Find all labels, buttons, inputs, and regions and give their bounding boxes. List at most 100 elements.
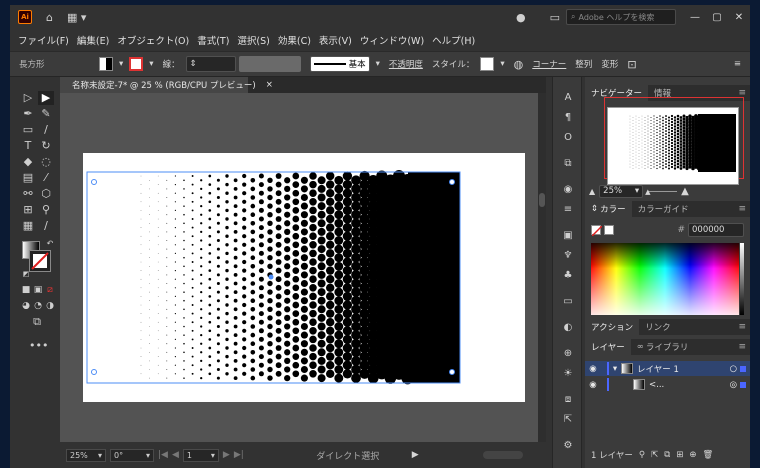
sublayer-selected-indicator[interactable] xyxy=(740,381,746,388)
stroke-swatch[interactable] xyxy=(129,57,144,71)
grid-tool-icon[interactable]: ▦ xyxy=(20,219,36,233)
rotate-field[interactable]: 0° ▾ xyxy=(110,448,154,462)
opentype-panel-icon[interactable]: O xyxy=(560,131,576,145)
artboard-tool-icon[interactable]: ⊞ xyxy=(20,203,36,217)
fill-swatch[interactable] xyxy=(99,57,113,71)
clipping-mask-icon[interactable]: ⧉ xyxy=(664,450,670,460)
tab-color-guide[interactable]: カラーガイド xyxy=(632,201,695,217)
status-menu-icon[interactable]: ▶ xyxy=(412,450,419,460)
color-stroke-none-icon[interactable] xyxy=(591,225,602,236)
anchor-top-right[interactable] xyxy=(449,179,455,185)
hex-input[interactable]: 000000 xyxy=(688,223,744,237)
paragraph-panel-icon[interactable]: ¶ xyxy=(560,111,576,125)
sublayer-name[interactable]: <... xyxy=(649,380,730,390)
menu-type[interactable]: 書式(T) xyxy=(193,33,233,47)
prev-artboard-icon[interactable]: ◀ xyxy=(172,450,179,460)
vertical-scroll-thumb[interactable] xyxy=(539,193,545,207)
pathfinder-panel-icon[interactable]: ⊕ xyxy=(560,347,576,361)
zoom-in-mountain-icon[interactable]: ▲ xyxy=(681,186,689,197)
brush-dropdown-icon[interactable]: ▾ xyxy=(373,59,383,69)
layer-name[interactable]: レイヤー 1 xyxy=(637,363,730,375)
layer-expand-icon[interactable]: ▾ xyxy=(609,364,621,374)
close-tab-button[interactable]: × xyxy=(266,80,273,90)
swap-colors-icon[interactable]: ↶ xyxy=(42,237,58,251)
eyedropper-tool-icon[interactable]: ⁄ xyxy=(38,171,54,185)
screen-mode-icon[interactable]: ⧉ xyxy=(29,315,45,329)
zoom-tool-icon[interactable]: ⚲ xyxy=(38,203,54,217)
tab-layers[interactable]: レイヤー xyxy=(585,339,631,355)
recolor-icon[interactable]: ◍ xyxy=(511,58,527,71)
menu-edit[interactable]: 編集(E) xyxy=(73,33,113,47)
next-artboard-icon[interactable]: ▶ xyxy=(223,450,230,460)
menu-effect[interactable]: 効果(C) xyxy=(274,33,315,47)
paintbrush-tool-icon[interactable]: / xyxy=(38,123,54,137)
layer-row[interactable]: ◉ ▾ レイヤー 1 ○ xyxy=(585,361,750,376)
navigator-zoom-field[interactable]: 25% ▾ xyxy=(599,184,644,198)
properties-panel-icon[interactable]: ⚙ xyxy=(560,439,576,453)
menu-window[interactable]: ウィンドウ(W) xyxy=(356,33,428,47)
artboard[interactable] xyxy=(83,153,525,402)
character-panel-icon[interactable]: A xyxy=(560,91,576,105)
more-tools-icon[interactable]: ••• xyxy=(29,339,48,353)
gradient-tool-icon[interactable]: ▤ xyxy=(20,171,36,185)
action-menu-icon[interactable]: ≡ xyxy=(738,322,746,332)
isolate-icon[interactable]: ⊡ xyxy=(624,58,639,71)
blend-tool-icon[interactable]: ⚯ xyxy=(20,187,36,201)
rotate-tool-icon[interactable]: ↻ xyxy=(38,139,54,153)
gradient-panel-icon[interactable]: ▭ xyxy=(560,295,576,309)
tab-libraries[interactable]: ∞ ライブラリ xyxy=(631,339,695,355)
menu-select[interactable]: 選択(S) xyxy=(233,33,273,47)
selection-tool-icon[interactable]: ▷ xyxy=(20,91,36,105)
layer-target-icon[interactable]: ○ xyxy=(730,364,737,374)
locate-object-icon[interactable]: ⚲ xyxy=(639,450,645,460)
control-menu-icon[interactable]: ≡ xyxy=(731,59,744,69)
color-fill-swatch[interactable] xyxy=(604,225,614,235)
halftone-artwork[interactable] xyxy=(83,153,525,402)
appearance-panel-icon[interactable]: ◉ xyxy=(560,183,576,197)
variable-width-dropdown[interactable] xyxy=(238,56,301,72)
style-swatch[interactable] xyxy=(480,57,495,71)
symbols-panel-icon[interactable]: ▣ xyxy=(560,229,576,243)
stroke-dropdown-icon[interactable]: ▾ xyxy=(146,59,156,69)
transform-panel-icon[interactable]: ⧉ xyxy=(560,157,576,171)
color-spectrum[interactable] xyxy=(591,243,739,315)
workspace-switcher-icon[interactable]: ▦ ▾ xyxy=(67,11,86,24)
menu-help[interactable]: ヘルプ(H) xyxy=(428,33,479,47)
new-sublayer-icon[interactable]: ⊞ xyxy=(676,450,683,460)
black-white-ramp[interactable] xyxy=(740,243,744,315)
sublayer-row[interactable]: ◉ <... ◎ xyxy=(585,377,750,392)
menu-object[interactable]: オブジェクト(O) xyxy=(113,33,193,47)
zoom-slider[interactable]: ▲ xyxy=(645,188,678,196)
home-icon[interactable]: ⌂ xyxy=(46,11,53,24)
opacity-label[interactable]: 不透明度 xyxy=(386,58,426,70)
zoom-slider-thumb[interactable]: ▲ xyxy=(645,188,650,196)
stroke-panel-icon[interactable]: ≡ xyxy=(560,203,576,217)
fill-dropdown-icon[interactable]: ▾ xyxy=(116,59,126,69)
default-colors-icon[interactable]: ◩ xyxy=(18,267,34,281)
center-point[interactable] xyxy=(268,274,274,280)
zoom-field[interactable]: 25% ▾ xyxy=(66,448,106,462)
anchor-bottom-left[interactable] xyxy=(91,369,97,375)
first-artboard-icon[interactable]: |◀ xyxy=(158,450,168,460)
close-window-button[interactable]: ✕ xyxy=(728,12,750,23)
delete-layer-icon[interactable]: 🗑 xyxy=(703,450,714,460)
horizontal-scrollbar[interactable] xyxy=(482,451,523,459)
menu-file[interactable]: ファイル(F) xyxy=(14,33,73,47)
anchor-top-left[interactable] xyxy=(91,179,97,185)
style-dropdown-icon[interactable]: ▾ xyxy=(497,59,507,69)
anchor-bottom-right[interactable] xyxy=(449,369,455,375)
transparency-panel-icon[interactable]: ◐ xyxy=(560,321,576,335)
arrange-panel-icon[interactable]: ▭ xyxy=(550,11,560,24)
none-mode-icon[interactable]: ⧄ xyxy=(42,283,58,297)
brush-dropdown[interactable]: 基本 xyxy=(309,56,370,72)
tab-color[interactable]: ⇕ カラー xyxy=(585,201,632,217)
layer-visibility-icon[interactable]: ◉ xyxy=(585,364,601,374)
minimize-button[interactable]: — xyxy=(684,12,706,23)
sublayer-target-icon[interactable]: ◎ xyxy=(730,380,737,390)
eraser-tool-icon[interactable]: ◆ xyxy=(20,155,36,169)
type-tool-icon[interactable]: T xyxy=(20,139,36,153)
tab-link[interactable]: リンク xyxy=(639,319,677,335)
color-menu-icon[interactable]: ≡ xyxy=(738,204,746,214)
lasso-tool-icon[interactable]: ◌ xyxy=(38,155,54,169)
maximize-button[interactable]: ▢ xyxy=(706,12,728,23)
